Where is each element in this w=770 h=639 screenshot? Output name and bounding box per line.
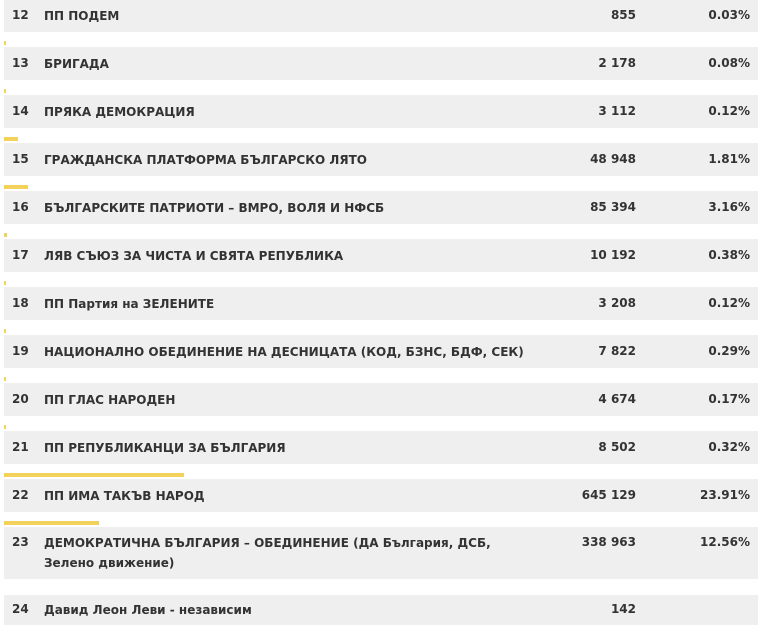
vote-count: 8 502 [598, 439, 636, 454]
party-number: 23 [12, 535, 29, 549]
party-name: ПП ИМА ТАКЪВ НАРОД [44, 488, 205, 503]
party-number: 17 [12, 247, 29, 262]
party-number: 21 [12, 439, 29, 454]
share-bar [4, 185, 28, 189]
party-name: БЪЛГАРСКИТЕ ПАТРИОТИ – ВМРО, ВОЛЯ И НФСБ [44, 200, 385, 215]
party-number: 18 [12, 295, 29, 310]
table-row: 12 ПП ПОДЕМ 855 0.03% [4, 0, 758, 32]
party-number: 20 [12, 391, 29, 406]
share-bar [4, 137, 18, 141]
vote-percentage: 0.12% [708, 103, 750, 118]
share-bar [4, 377, 6, 381]
party-number: 16 [12, 199, 29, 214]
vote-count: 7 822 [598, 343, 636, 358]
table-row: 23 ДЕМОКРАТИЧНА БЪЛГАРИЯ – ОБЕДИНЕНИЕ (ДА… [4, 521, 758, 579]
share-bar [4, 329, 7, 333]
party-name: БРИГАДА [44, 56, 109, 71]
vote-count: 4 674 [598, 391, 636, 406]
share-bar [4, 41, 6, 45]
party-name: ЛЯВ СЪЮЗ ЗА ЧИСТА И СВЯТА РЕПУБЛИКА [44, 248, 344, 263]
vote-count: 3 208 [598, 295, 636, 310]
table-row: 20 ПП ГЛАС НАРОДЕН 4 674 0.17% [4, 377, 758, 416]
share-bar [4, 473, 184, 477]
party-name: ДЕМОКРАТИЧНА БЪЛГАРИЯ – ОБЕДИНЕНИЕ (ДА Б… [44, 536, 491, 570]
party-number: 13 [12, 55, 29, 70]
vote-percentage: 1.81% [708, 151, 750, 166]
table-row: 13 БРИГАДА 2 178 0.08% [4, 41, 758, 80]
party-name: ПП ПОДЕМ [44, 9, 120, 23]
vote-count: 855 [610, 8, 636, 22]
share-bar [4, 233, 7, 237]
share-bar [4, 521, 99, 525]
vote-count: 10 192 [590, 247, 636, 262]
party-name: Давид Леон Леви - независим [44, 603, 252, 617]
party-number: 12 [12, 8, 29, 22]
vote-percentage: 0.32% [708, 439, 750, 454]
vote-percentage: 0.12% [708, 295, 750, 310]
share-bar [4, 281, 6, 285]
vote-count: 645 129 [581, 487, 636, 502]
vote-percentage: 0.17% [708, 391, 750, 406]
share-bar [4, 425, 7, 429]
vote-count: 142 [610, 602, 636, 616]
vote-percentage: 3.16% [708, 199, 750, 214]
party-name: ПП ГЛАС НАРОДЕН [44, 392, 176, 407]
party-number: 24 [12, 602, 29, 616]
table-row: 19 НАЦИОНАЛНО ОБЕДИНЕНИЕ НА ДЕСНИЦАТА (КО… [4, 329, 758, 368]
table-row: 18 ПП Партия на ЗЕЛЕНИТЕ 3 208 0.12% [4, 281, 758, 320]
party-name: ГРАЖДАНСКА ПЛАТФОРМА БЪЛГАРСКО ЛЯТО [44, 152, 368, 167]
party-number: 14 [12, 103, 29, 118]
table-row: 16 БЪЛГАРСКИТЕ ПАТРИОТИ – ВМРО, ВОЛЯ И НФ… [4, 185, 758, 224]
table-row: 22 ПП ИМА ТАКЪВ НАРОД 645 129 23.91% [4, 473, 758, 512]
vote-count: 3 112 [598, 103, 636, 118]
vote-percentage: 12.56% [700, 535, 750, 549]
party-number: 15 [12, 151, 29, 166]
vote-count: 338 963 [581, 535, 636, 549]
vote-count: 2 178 [598, 55, 636, 70]
vote-percentage: 23.91% [700, 487, 750, 502]
vote-percentage: 0.38% [708, 247, 750, 262]
party-name: ПРЯКА ДЕМОКРАЦИЯ [44, 104, 195, 119]
vote-count: 48 948 [590, 151, 636, 166]
vote-percentage: 0.08% [708, 55, 750, 70]
vote-percentage: 0.03% [708, 8, 750, 22]
vote-count: 85 394 [590, 199, 636, 214]
table-row: 14 ПРЯКА ДЕМОКРАЦИЯ 3 112 0.12% [4, 89, 758, 128]
party-name: ПП РЕПУБЛИКАНЦИ ЗА БЪЛГАРИЯ [44, 440, 286, 455]
table-row: 24 Давид Леон Леви - независим 142 [4, 595, 758, 625]
party-name: НАЦИОНАЛНО ОБЕДИНЕНИЕ НА ДЕСНИЦАТА (КОД,… [44, 344, 524, 359]
table-row: 15 ГРАЖДАНСКА ПЛАТФОРМА БЪЛГАРСКО ЛЯТО 48 … [4, 137, 758, 176]
vote-percentage: 0.29% [708, 343, 750, 358]
table-row: 17 ЛЯВ СЪЮЗ ЗА ЧИСТА И СВЯТА РЕПУБЛИКА 10 … [4, 233, 758, 272]
table-row: 21 ПП РЕПУБЛИКАНЦИ ЗА БЪЛГАРИЯ 8 502 0.32% [4, 425, 758, 464]
party-name: ПП Партия на ЗЕЛЕНИТЕ [44, 296, 215, 311]
party-number: 19 [12, 343, 29, 358]
party-number: 22 [12, 487, 29, 502]
share-bar [4, 89, 6, 93]
